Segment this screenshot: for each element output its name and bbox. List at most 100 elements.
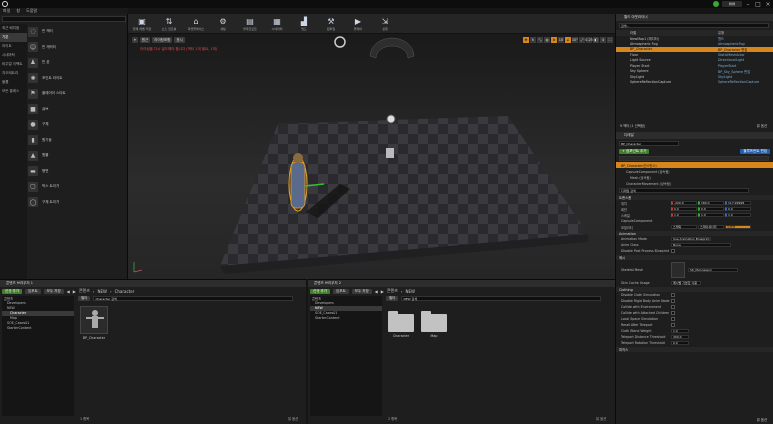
rotation-x[interactable]: 0.0 xyxy=(671,206,697,212)
add-new-button[interactable]: 신규 추가 xyxy=(310,288,330,294)
import-button[interactable]: 임포트 xyxy=(333,288,349,294)
component-item[interactable]: CharacterMovement (상속됨) xyxy=(616,180,773,186)
place-item[interactable]: ♟ 빈 폰 xyxy=(28,55,126,71)
settings-button[interactable]: ⚙ 세팅 xyxy=(211,14,235,34)
outliner-tab[interactable]: 월드 아웃라이너 xyxy=(616,14,773,21)
content-browser-1-tab[interactable]: 콘텐츠 브라우저 1 xyxy=(0,280,306,287)
lit-button[interactable]: 라이팅포함 xyxy=(152,37,173,43)
outliner-search-input[interactable]: 검색... xyxy=(619,23,769,28)
details-tab[interactable]: 디테일 xyxy=(616,132,773,139)
scale-snap-value[interactable]: 0.25 xyxy=(585,37,593,43)
play-button[interactable]: ▶ 플레이 xyxy=(346,14,370,34)
grid-snap-value[interactable]: 10 xyxy=(558,37,564,43)
category-geometry[interactable]: 지오메트리 xyxy=(0,69,27,78)
category-lights[interactable]: 라이트 xyxy=(0,42,27,51)
blueprints-button[interactable]: ▤ 블루프린트 xyxy=(238,14,262,34)
location-z[interactable]: 117.99998 xyxy=(725,200,751,206)
scale-tool-icon[interactable]: ⤡ xyxy=(537,37,543,43)
animation-mode-select[interactable]: Use Animation Blueprint xyxy=(671,236,711,242)
skeletal-mesh-select[interactable]: SK_Mannequin xyxy=(688,267,738,273)
content-browser-2-tab[interactable]: 콘텐츠 브라우저 2 xyxy=(308,280,615,287)
category-basic[interactable]: 기본 xyxy=(0,33,27,42)
mesh-thumbnail[interactable] xyxy=(671,262,685,278)
level-viewport[interactable]: ▾ 원근 라이팅포함 표시 라이팅을 다시 빌드해야 합니다 (액터 1개 필요… xyxy=(128,34,615,279)
mobility-static[interactable]: 스태틱 xyxy=(671,224,697,230)
source-control-status-icon[interactable] xyxy=(713,1,719,7)
place-item[interactable]: ▢ 박스 트리거 xyxy=(28,179,126,195)
launch-button[interactable]: ⇲ 실행 xyxy=(373,14,397,34)
place-item[interactable]: ▲ 원뿔 xyxy=(28,148,126,164)
category-all-classes[interactable]: 모든 클래스 xyxy=(0,87,27,96)
place-item[interactable]: ■ 큐브 xyxy=(28,102,126,118)
folder-item[interactable]: StarterContent xyxy=(310,316,382,321)
camera-speed-icon[interactable]: ◧ xyxy=(593,37,599,43)
path-segment[interactable]: NEW xyxy=(405,289,414,294)
scale-snap-icon[interactable]: ⤢ xyxy=(579,37,585,43)
perspective-button[interactable]: 원근 xyxy=(139,37,151,43)
rotation-snap-icon[interactable]: ∠ xyxy=(565,37,571,43)
build-button[interactable]: ▟ 빌드 xyxy=(292,14,316,34)
forward-icon[interactable]: ▶ xyxy=(73,289,76,294)
outliner-row[interactable]: SphereReflectionCapture SphereReflectionC… xyxy=(616,80,773,86)
folder-item[interactable]: StarterContent xyxy=(2,326,74,331)
clothing-checkbox[interactable] xyxy=(671,293,675,297)
actor-name-field[interactable]: BP_Character xyxy=(619,141,679,146)
edit-blueprint-button[interactable]: 블루프린트 편집 xyxy=(740,149,770,154)
view-options-button[interactable]: 뷰 옵션 xyxy=(288,416,298,421)
compile-button[interactable]: ⚒ 컴파일 xyxy=(319,14,343,34)
folder-tile[interactable]: Character xyxy=(388,310,414,338)
clothing-checkbox[interactable] xyxy=(671,299,675,303)
minimize-icon[interactable]: – xyxy=(743,0,753,8)
place-item[interactable]: ⚑ 플레이어 스타트 xyxy=(28,86,126,102)
anim-class-select[interactable]: None xyxy=(671,242,731,248)
clothing-checkbox[interactable] xyxy=(671,317,675,321)
scale-x[interactable]: 1.0 xyxy=(671,212,697,218)
path-segment[interactable]: 콘텐츠 xyxy=(387,288,398,294)
path-segment[interactable]: 콘텐츠 xyxy=(79,288,90,294)
marketplace-button[interactable]: ⌂ 마켓플레이스 xyxy=(184,14,208,34)
clothing-checkbox[interactable] xyxy=(671,311,675,315)
place-item[interactable]: ▬ 평면 xyxy=(28,164,126,180)
category-recent[interactable]: 최근 배치됨 xyxy=(0,24,27,33)
place-item[interactable]: ▮ 원기둥 xyxy=(28,133,126,149)
place-item[interactable]: ☺ 빈 캐릭터 xyxy=(28,40,126,56)
clothing-checkbox[interactable] xyxy=(671,305,675,309)
character-mesh[interactable] xyxy=(290,161,306,209)
place-item[interactable]: ● 구체 xyxy=(28,117,126,133)
path-segment[interactable]: NEW xyxy=(97,289,106,294)
component-search-input[interactable] xyxy=(619,156,769,161)
sky-light-gizmo[interactable] xyxy=(369,37,415,59)
save-button[interactable]: ▣ 현재 레벨 저장 xyxy=(130,14,154,34)
type-column[interactable]: 유형 xyxy=(718,30,724,35)
asset-search-input[interactable]: NEW 검색 xyxy=(401,296,602,301)
rotate-tool-icon[interactable]: ↻ xyxy=(530,37,536,43)
location-x[interactable]: -220.0 xyxy=(671,200,697,206)
scale-y[interactable]: 1.0 xyxy=(698,212,724,218)
teleport-rotation-field[interactable]: 0.0 xyxy=(671,340,689,346)
save-all-button[interactable]: 모두 저장 xyxy=(351,288,372,294)
grid-snap-icon[interactable]: # xyxy=(551,37,557,43)
player-start-gizmo[interactable] xyxy=(386,148,394,158)
show-button[interactable]: 표시 xyxy=(174,37,185,43)
maximize-icon[interactable]: □ xyxy=(753,0,763,8)
account-button[interactable]: ▤▤ xyxy=(722,1,742,7)
place-item[interactable]: ◯ 구체 트리거 xyxy=(28,195,126,211)
back-icon[interactable]: ◀ xyxy=(375,289,378,294)
modes-search-input[interactable] xyxy=(2,16,126,22)
clothing-checkbox[interactable] xyxy=(671,323,675,327)
sky-sphere-icon[interactable] xyxy=(386,114,396,124)
back-icon[interactable]: ◀ xyxy=(67,289,70,294)
filter-button[interactable]: 필터 xyxy=(78,296,91,301)
label-column[interactable]: 라벨 xyxy=(616,30,718,35)
outliner-row[interactable]: Sky Sphere BP_Sky_Sphere 편집 xyxy=(616,69,773,75)
details-search-input[interactable]: 디테일 검색 xyxy=(619,188,749,193)
category-volumes[interactable]: 볼륨 xyxy=(0,78,27,87)
scale-z[interactable]: 1.0 xyxy=(725,212,751,218)
asset-search-input[interactable]: Character 검색 xyxy=(93,296,294,301)
folder-tile[interactable]: Map xyxy=(421,310,447,338)
camera-speed-value[interactable]: 4 xyxy=(600,37,606,43)
path-segment[interactable]: Character xyxy=(115,289,135,294)
cinematics-button[interactable]: ▦ 시네마틱 xyxy=(265,14,289,34)
skin-cache-select[interactable]: 메시별 기본값 사용 xyxy=(671,280,701,286)
place-item[interactable]: ◌ 빈 액터 xyxy=(28,24,126,40)
